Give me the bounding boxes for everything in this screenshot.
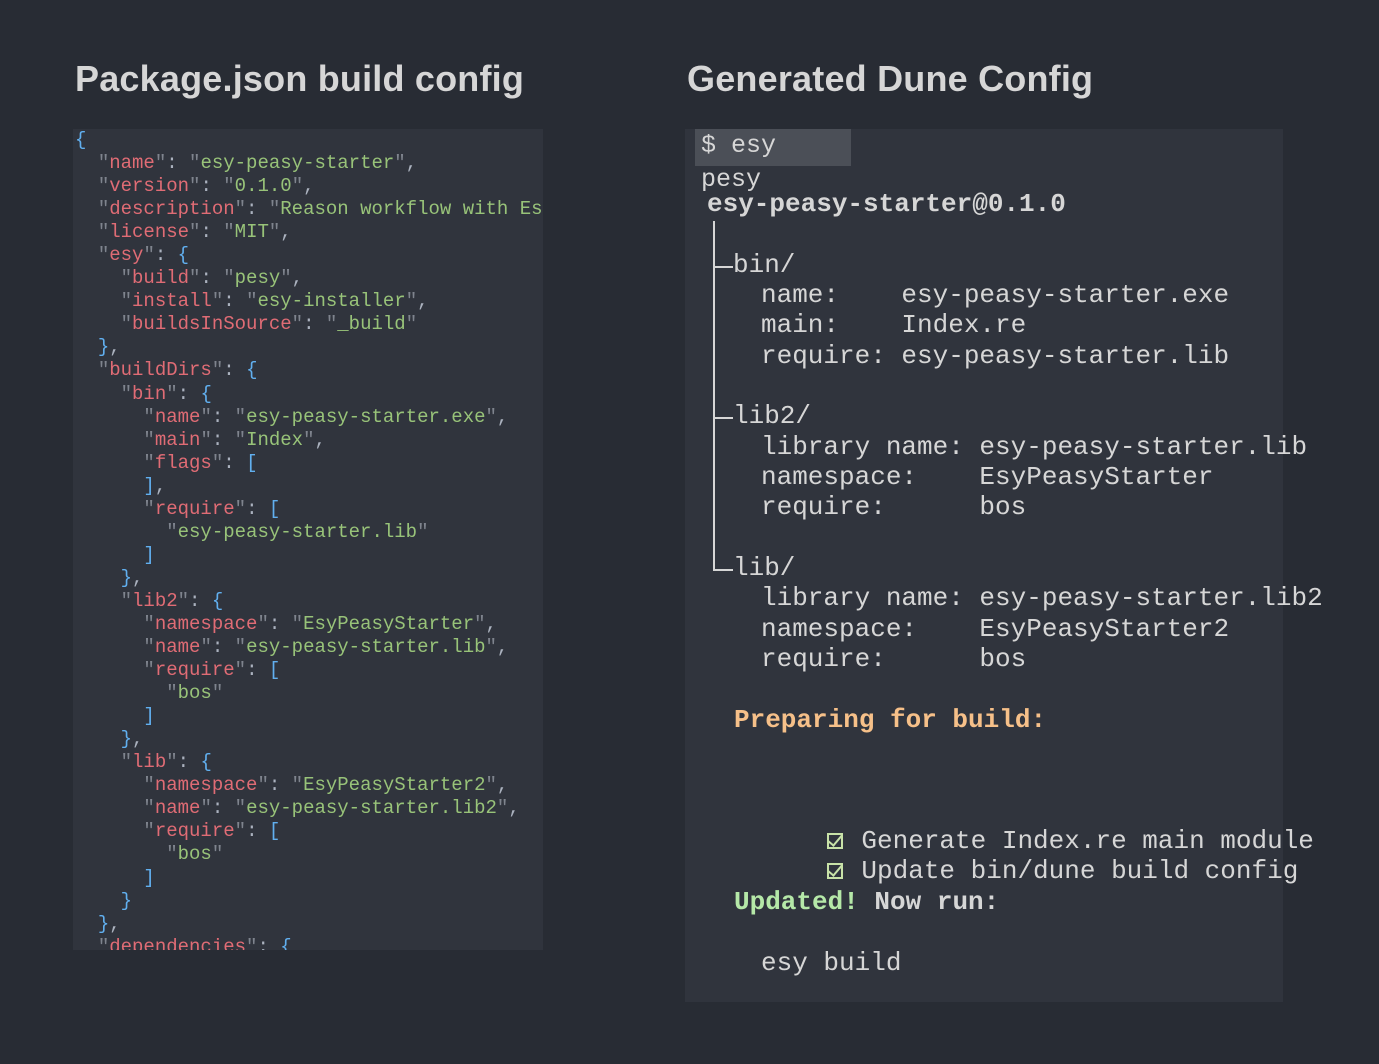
checkbox-checked-icon [827,863,844,880]
lib2-dir: lib2/ [733,401,812,431]
build-command: esy build [761,948,902,978]
tree-branch-lib2 [713,417,733,419]
terminal-panel[interactable]: $ esy pesy esy-peasy-starter@0.1.0 bin/ … [685,129,1323,1002]
updated-message: Updated! Now run: [734,887,1000,917]
tree-branch-lib [713,569,733,571]
bin-dir: bin/ [733,250,796,280]
lib2-namespace: namespace: EsyPeasyStarter [761,462,1214,492]
dune-config-heading: Generated Dune Config [687,58,1094,99]
lib-library-name: library name: esy-peasy-starter.lib2 [761,583,1323,613]
bin-require: require: esy-peasy-starter.lib [761,341,1230,371]
preparing-label: Preparing for build: [734,705,1047,735]
bin-name: name: esy-peasy-starter.exe [761,280,1230,310]
package-json-code: { "name": "esy-peasy-starter", "version"… [75,129,543,950]
tree-line [713,221,715,571]
bin-main: main: Index.re [761,310,1027,340]
package-version: esy-peasy-starter@0.1.0 [707,189,1066,219]
terminal-command: $ esy pesy [695,129,851,194]
lib-namespace: namespace: EsyPeasyStarter2 [761,614,1230,644]
lib-require: require: bos [761,644,1027,674]
package-json-heading: Package.json build config [75,58,525,99]
lib-dir: lib/ [733,553,796,583]
lib2-require: require: bos [761,492,1027,522]
package-json-code-panel[interactable]: { "name": "esy-peasy-starter", "version"… [73,129,543,950]
lib2-library-name: library name: esy-peasy-starter.lib [761,432,1308,462]
tree-branch-bin [713,266,733,268]
